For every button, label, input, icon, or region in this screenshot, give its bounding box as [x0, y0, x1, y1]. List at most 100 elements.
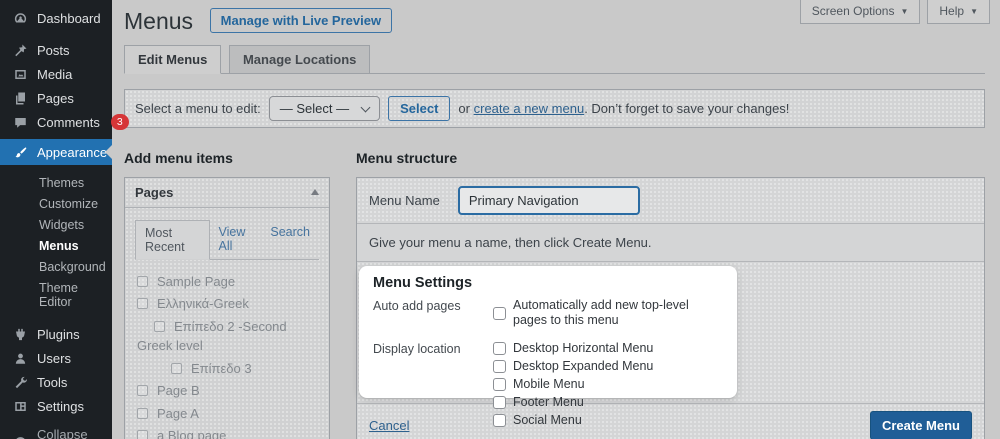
page-checklist-item[interactable]: Page A — [137, 404, 319, 424]
tab-manage-locations[interactable]: Manage Locations — [229, 45, 370, 74]
page-checklist-item[interactable]: a Blog page — [137, 426, 319, 439]
help-button[interactable]: Help ▼ — [927, 0, 990, 24]
checkbox-icon[interactable] — [493, 360, 506, 373]
menu-name-label: Menu Name — [369, 193, 440, 208]
page-item-label: Ελληνικά-Greek — [157, 296, 249, 311]
page-checklist-item[interactable]: Sample Page — [137, 272, 319, 292]
create-menu-button[interactable]: Create Menu — [870, 411, 972, 439]
menu-dropdown-value: — Select — — [280, 101, 349, 116]
help-label: Help — [939, 4, 964, 18]
collapse-menu-button[interactable]: Collapse menu — [0, 430, 112, 439]
checkbox-icon[interactable] — [493, 414, 506, 427]
sidebar-item-appearance[interactable]: Appearance — [0, 139, 112, 165]
dashboard-icon — [13, 11, 28, 26]
page-checklist-item[interactable]: Page B — [137, 381, 319, 401]
checkbox-icon[interactable] — [154, 321, 165, 332]
page-item-label: Επίπεδο 3 — [191, 361, 252, 376]
create-new-menu-link[interactable]: create a new menu — [474, 101, 585, 116]
sidebar-item-label: Pages — [37, 91, 74, 106]
checkbox-icon[interactable] — [137, 430, 148, 439]
sidebar-item-comments[interactable]: Comments 3 — [0, 110, 112, 134]
manage-live-preview-button[interactable]: Manage with Live Preview — [210, 8, 392, 33]
collapse-menu-label: Collapse menu — [37, 427, 112, 439]
location-label: Desktop Horizontal Menu — [513, 341, 653, 357]
location-option-desktop-expanded[interactable]: Desktop Expanded Menu — [493, 359, 653, 375]
sidebar-item-tools[interactable]: Tools — [0, 370, 112, 394]
sidebar-item-media[interactable]: Media — [0, 62, 112, 86]
display-location-row: Display location Desktop Horizontal Menu… — [373, 341, 723, 429]
or-word: or — [458, 101, 470, 116]
save-reminder-text: . Don’t forget to save your changes! — [584, 101, 789, 116]
sidebar-item-users[interactable]: Users — [0, 346, 112, 370]
chevron-down-icon: ▼ — [970, 7, 978, 16]
media-icon — [13, 67, 28, 82]
checkbox-icon[interactable] — [493, 307, 506, 320]
tab-most-recent[interactable]: Most Recent — [135, 220, 210, 260]
screen-meta-buttons: Screen Options ▼ Help ▼ — [800, 0, 990, 24]
appearance-submenu: Themes Customize Widgets Menus Backgroun… — [0, 165, 112, 322]
or-text: or create a new menu. Don’t forget to sa… — [458, 101, 789, 116]
pushpin-icon — [13, 43, 28, 58]
checkbox-icon[interactable] — [171, 363, 182, 374]
auto-add-pages-option[interactable]: Automatically add new top-level pages to… — [493, 298, 723, 329]
sidebar-item-label: Settings — [37, 399, 84, 414]
tab-view-all[interactable]: View All — [210, 220, 262, 259]
screen-options-label: Screen Options — [812, 4, 895, 18]
checkbox-icon[interactable] — [493, 378, 506, 391]
page-checklist-item[interactable]: Ελληνικά-Greek — [137, 294, 319, 314]
location-option-social[interactable]: Social Menu — [493, 413, 653, 429]
menu-dropdown[interactable]: — Select — — [269, 96, 380, 121]
sidebar-item-settings[interactable]: Settings — [0, 394, 112, 418]
location-label: Desktop Expanded Menu — [513, 359, 653, 375]
menu-structure-panel: Menu Name Give your menu a name, then cl… — [356, 177, 985, 439]
page-checklist-item[interactable]: Επίπεδο 3 — [137, 359, 319, 379]
settings-icon — [13, 399, 28, 414]
page-header: Menus Manage with Live Preview Screen Op… — [124, 8, 1000, 36]
tab-search[interactable]: Search — [261, 220, 319, 259]
auto-add-option-label: Automatically add new top-level pages to… — [513, 298, 723, 329]
select-menu-button[interactable]: Select — [388, 96, 450, 121]
submenu-item-background[interactable]: Background — [0, 256, 112, 277]
location-option-desktop-horizontal[interactable]: Desktop Horizontal Menu — [493, 341, 653, 357]
sidebar-item-pages[interactable]: Pages — [0, 86, 112, 110]
page-item-label: Sample Page — [157, 274, 235, 289]
checkbox-icon[interactable] — [137, 298, 148, 309]
sidebar-item-posts[interactable]: Posts — [0, 38, 112, 62]
menu-settings-zone: Menu Settings Auto add pages Automatical… — [357, 261, 984, 403]
location-option-footer[interactable]: Footer Menu — [493, 395, 653, 411]
submenu-item-themes[interactable]: Themes — [0, 172, 112, 193]
pages-filter-tabs: Most Recent View All Search — [135, 208, 319, 260]
nav-tabs: Edit Menus Manage Locations — [124, 45, 985, 74]
submenu-item-customize[interactable]: Customize — [0, 193, 112, 214]
chevron-down-icon — [361, 102, 371, 112]
select-menu-label: Select a menu to edit: — [135, 101, 261, 116]
sidebar-item-label: Posts — [37, 43, 70, 58]
sidebar-item-plugins[interactable]: Plugins — [0, 322, 112, 346]
screen-options-button[interactable]: Screen Options ▼ — [800, 0, 921, 24]
page-checklist-item[interactable]: Επίπεδο 2 -Second Greek level — [137, 317, 319, 356]
main-content: Menus Manage with Live Preview Screen Op… — [112, 0, 1000, 439]
submenu-item-menus[interactable]: Menus — [0, 235, 112, 256]
submenu-item-theme-editor[interactable]: Theme Editor — [0, 277, 112, 312]
menu-select-bar: Select a menu to edit: — Select — Select… — [124, 89, 985, 128]
auto-add-pages-row: Auto add pages Automatically add new top… — [373, 298, 723, 329]
location-option-mobile[interactable]: Mobile Menu — [493, 377, 653, 393]
comments-count-badge: 3 — [111, 114, 129, 131]
tab-edit-menus[interactable]: Edit Menus — [124, 45, 221, 74]
sidebar-item-label: Comments — [37, 115, 100, 130]
pages-accordion-header[interactable]: Pages — [125, 178, 329, 208]
submenu-item-widgets[interactable]: Widgets — [0, 214, 112, 235]
sidebar-item-dashboard[interactable]: Dashboard — [0, 4, 112, 32]
current-menu-arrow — [105, 145, 112, 159]
page-title: Menus — [124, 8, 193, 36]
chevron-up-icon — [311, 185, 319, 195]
checkbox-icon[interactable] — [493, 396, 506, 409]
display-location-label: Display location — [373, 341, 493, 429]
checkbox-icon[interactable] — [493, 342, 506, 355]
checkbox-icon[interactable] — [137, 385, 148, 396]
menu-name-input[interactable] — [458, 186, 640, 215]
page-item-label: Page A — [157, 406, 199, 421]
checkbox-icon[interactable] — [137, 276, 148, 287]
checkbox-icon[interactable] — [137, 408, 148, 419]
menu-name-hint: Give your menu a name, then click Create… — [357, 223, 984, 261]
